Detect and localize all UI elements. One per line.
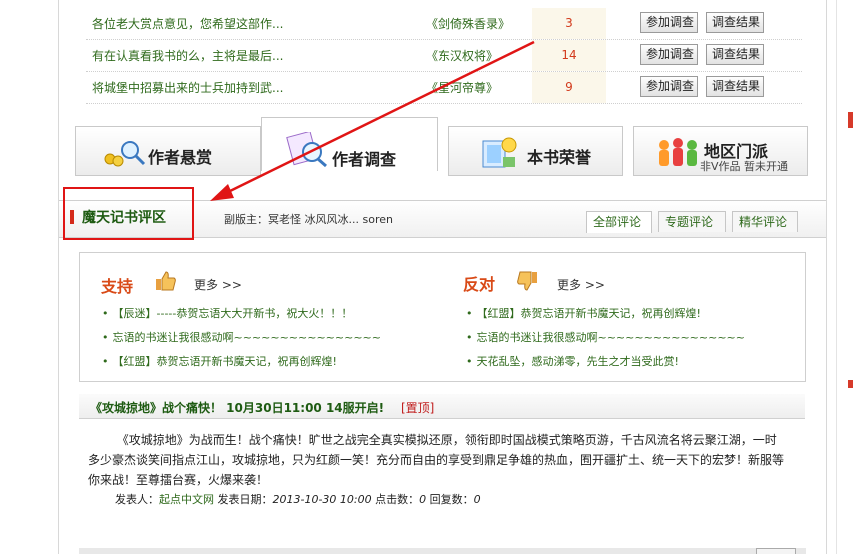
annotation-arrow	[210, 40, 535, 201]
